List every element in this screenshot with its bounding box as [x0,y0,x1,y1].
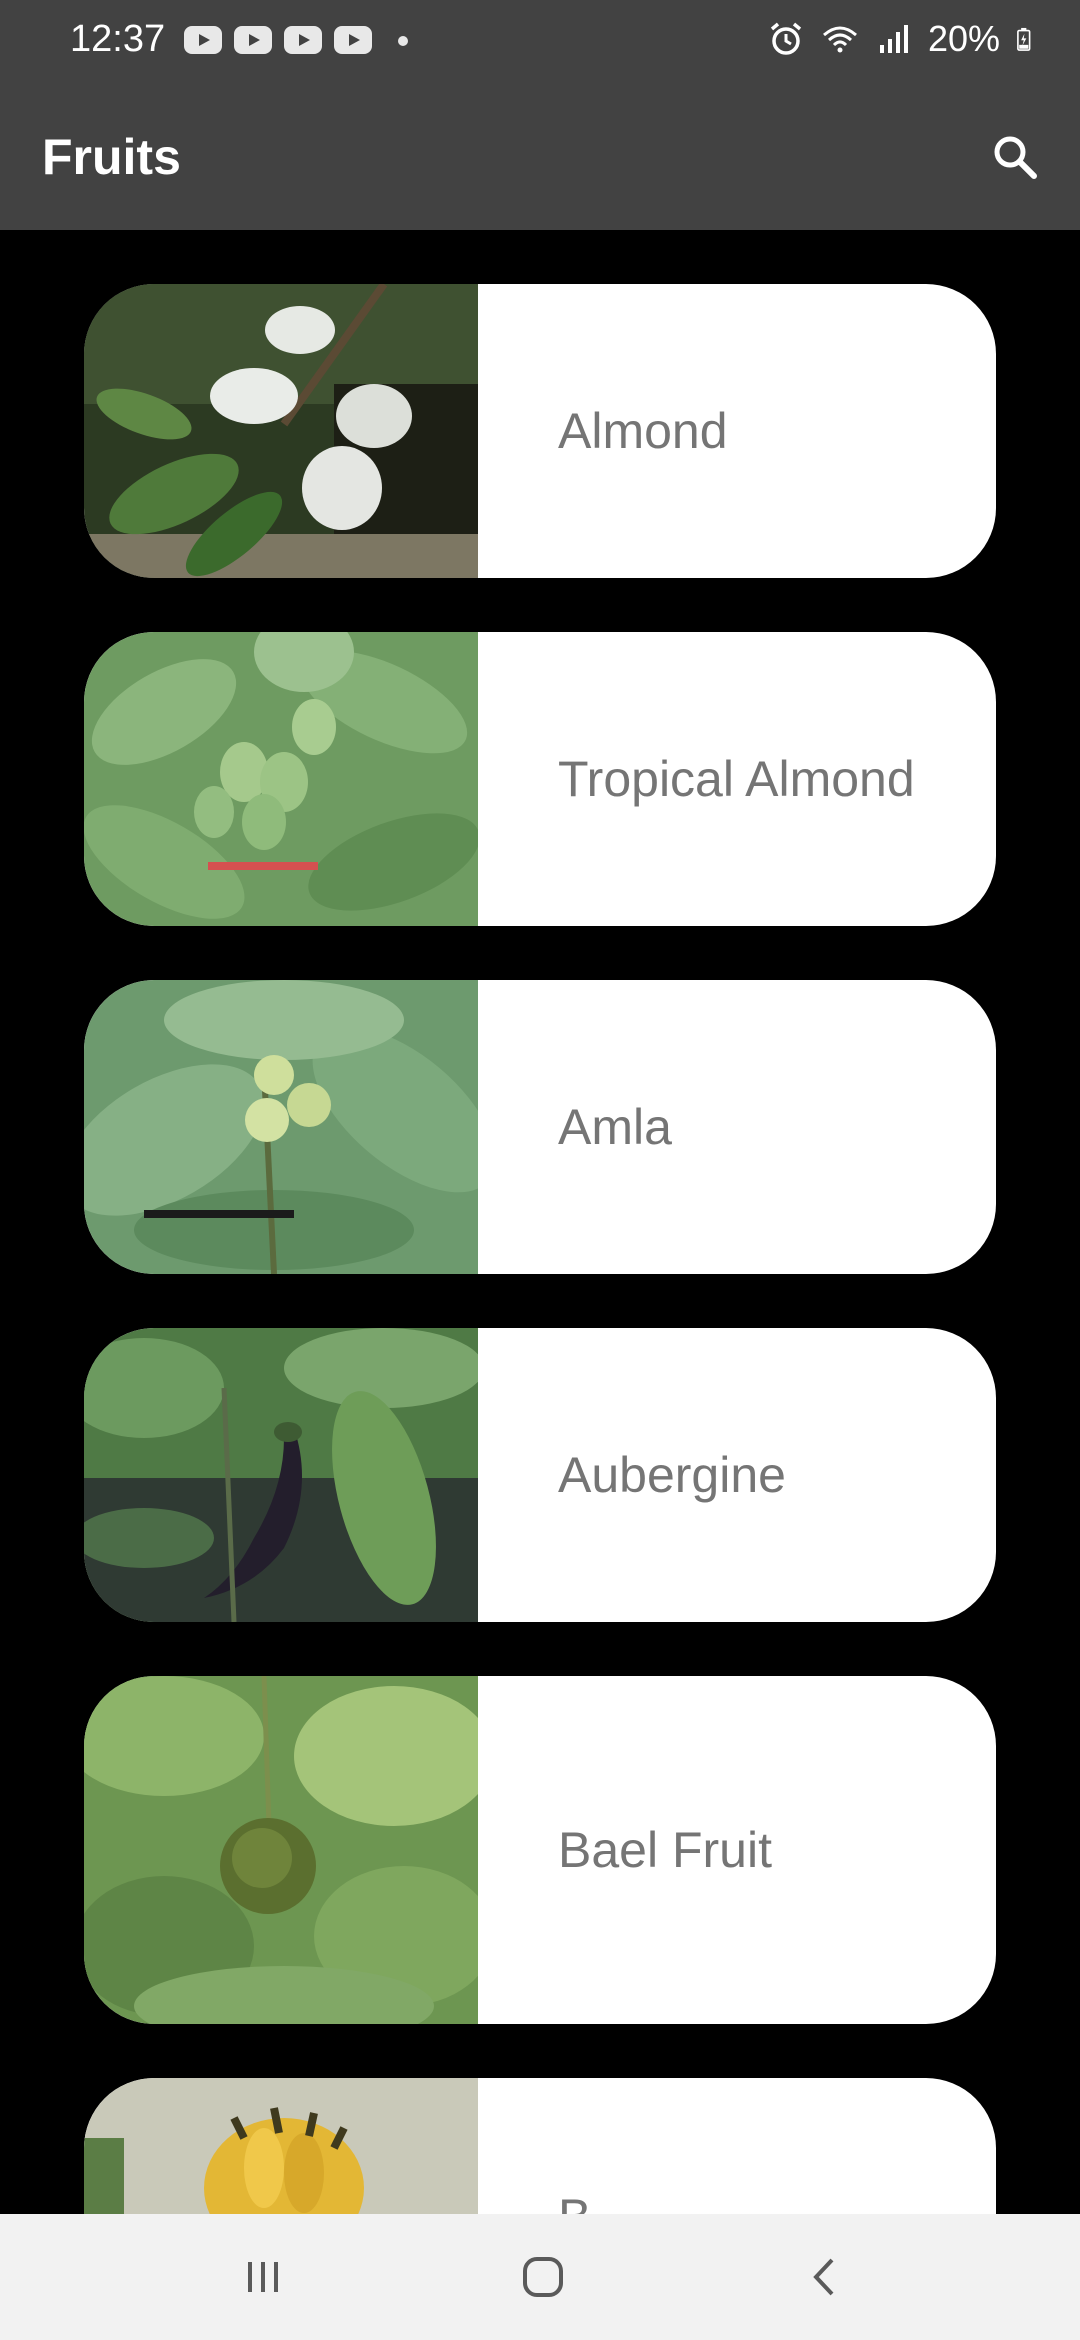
search-icon [994,136,1037,179]
recent-apps-icon [248,2262,278,2292]
navigation-bar [0,2214,1080,2340]
more-notifications-dot-icon [398,36,408,46]
fruit-list[interactable]: Almond Tropical Almond Amla Aubergine Ba… [0,230,1080,2214]
fruit-card-aubergine[interactable]: Aubergine [84,1328,996,1622]
fruit-card-almond[interactable]: Almond [84,284,996,578]
youtube-icon [284,26,322,54]
screen: 12:37 20% Fruits Almond Tropical Almond … [0,0,1080,2340]
fruit-card-bael-fruit[interactable]: Bael Fruit [84,1676,996,2024]
back-button[interactable] [790,2244,860,2310]
fruit-image [84,632,478,926]
fruit-image [84,980,478,1274]
fruit-name: Tropical Almond [558,751,915,807]
battery-percent: 20% [927,18,1000,59]
back-icon [813,2258,834,2296]
home-button[interactable] [508,2244,578,2310]
alarm-icon [770,22,802,55]
page-title: Fruits [42,129,181,185]
fruit-image [84,1676,478,2024]
battery-charging-icon [1017,27,1031,51]
notification-icons [184,26,372,54]
status-bar: 12:37 20% [0,0,1080,84]
youtube-icon [184,26,222,54]
status-time: 12:37 [70,18,166,60]
signal-icon [879,25,908,53]
fruit-name: Amla [558,1099,672,1155]
youtube-icon [334,26,372,54]
fruit-name: B [478,2078,996,2214]
fruit-image [84,284,478,578]
recent-apps-button[interactable] [228,2244,298,2310]
system-status: 20% [766,18,1040,60]
fruit-card-partial[interactable]: B [84,2078,996,2214]
fruit-name: Bael Fruit [558,1822,772,1878]
app-bar: Fruits [0,84,1080,230]
wifi-icon [822,26,857,53]
home-icon [523,2257,563,2297]
youtube-icon [234,26,272,54]
fruit-card-tropical-almond[interactable]: Tropical Almond [84,632,996,926]
search-button[interactable] [980,122,1050,192]
fruit-image [84,1328,478,1622]
fruit-image [84,2078,478,2214]
fruit-name: Almond [558,403,728,459]
fruit-card-amla[interactable]: Amla [84,980,996,1274]
fruit-name: Aubergine [558,1447,786,1503]
